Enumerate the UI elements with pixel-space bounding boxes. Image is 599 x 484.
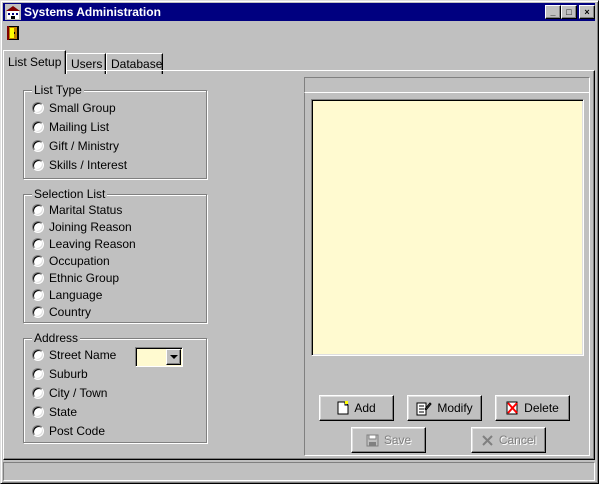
radio-label[interactable]: Gift / Ministry [49, 139, 119, 153]
radio-button[interactable] [32, 255, 44, 267]
state-combo-box[interactable] [135, 347, 183, 367]
radio-button[interactable] [32, 102, 44, 114]
radio-label[interactable]: Small Group [49, 101, 116, 115]
cancel-button-label: Cancel [498, 433, 537, 447]
cancel-x-icon [482, 434, 493, 446]
radio-label[interactable]: Skills / Interest [49, 158, 127, 172]
radio-button[interactable] [32, 387, 44, 399]
modify-button-label: Modify [437, 401, 473, 415]
radio-button[interactable] [32, 289, 44, 301]
delete-button-label: Delete [524, 401, 559, 415]
title-bar[interactable]: Systems Administration _ □ × [3, 3, 595, 21]
radio-button[interactable] [32, 406, 44, 418]
list-type-label: List Type [32, 83, 84, 97]
close-button[interactable]: × [579, 5, 595, 19]
radio-label[interactable]: Suburb [49, 367, 88, 381]
modify-button[interactable]: Modify [407, 395, 482, 421]
edit-document-icon [416, 401, 433, 415]
delete-button[interactable]: Delete [495, 395, 570, 421]
radio-button[interactable] [32, 121, 44, 133]
radio-button[interactable] [32, 204, 44, 216]
save-button-label: Save [383, 433, 412, 447]
cancel-button[interactable]: Cancel [471, 427, 546, 453]
radio-button[interactable] [32, 159, 44, 171]
radio-label[interactable]: Post Code [49, 424, 105, 438]
delete-document-icon [506, 401, 518, 415]
selection-list-label: Selection List [32, 187, 108, 201]
app-window-icon[interactable] [5, 4, 21, 20]
window-title: Systems Administration [24, 5, 161, 19]
selection-list-group: Selection List Marital Status Joining Re… [23, 187, 207, 323]
radio-label[interactable]: Country [49, 305, 91, 319]
add-button[interactable]: Add [319, 395, 394, 421]
save-button[interactable]: Save [351, 427, 426, 453]
list-items-box[interactable] [311, 99, 584, 356]
radio-button[interactable] [32, 221, 44, 233]
radio-label[interactable]: Occupation [49, 254, 110, 268]
radio-label[interactable]: City / Town [49, 386, 107, 400]
new-document-icon [337, 401, 349, 415]
radio-label[interactable]: Mailing List [49, 120, 109, 134]
chevron-down-icon[interactable] [166, 349, 181, 365]
radio-label[interactable]: Ethnic Group [49, 271, 119, 285]
radio-button[interactable] [32, 425, 44, 437]
add-button-label: Add [354, 401, 376, 415]
radio-label[interactable]: Language [49, 288, 102, 302]
exit-door-icon[interactable] [7, 26, 19, 40]
radio-button[interactable] [32, 349, 44, 361]
radio-button[interactable] [32, 238, 44, 250]
radio-label[interactable]: Leaving Reason [49, 237, 136, 251]
radio-button[interactable] [32, 368, 44, 380]
radio-label[interactable]: Marital Status [49, 203, 122, 217]
list-header-bar [304, 77, 590, 93]
list-type-group: List Type Small Group Mailing List Gift … [23, 83, 207, 179]
radio-label[interactable]: Street Name [49, 348, 116, 362]
minimize-button[interactable]: _ [545, 5, 561, 19]
status-bar [3, 462, 595, 481]
save-disk-icon [366, 434, 379, 446]
radio-button[interactable] [32, 272, 44, 284]
radio-button[interactable] [32, 306, 44, 318]
tab-list-setup[interactable]: List Setup [3, 50, 66, 74]
address-label: Address [32, 331, 81, 345]
maximize-button[interactable]: □ [561, 5, 577, 19]
radio-button[interactable] [32, 140, 44, 152]
radio-label[interactable]: Joining Reason [49, 220, 132, 234]
radio-label[interactable]: State [49, 405, 77, 419]
